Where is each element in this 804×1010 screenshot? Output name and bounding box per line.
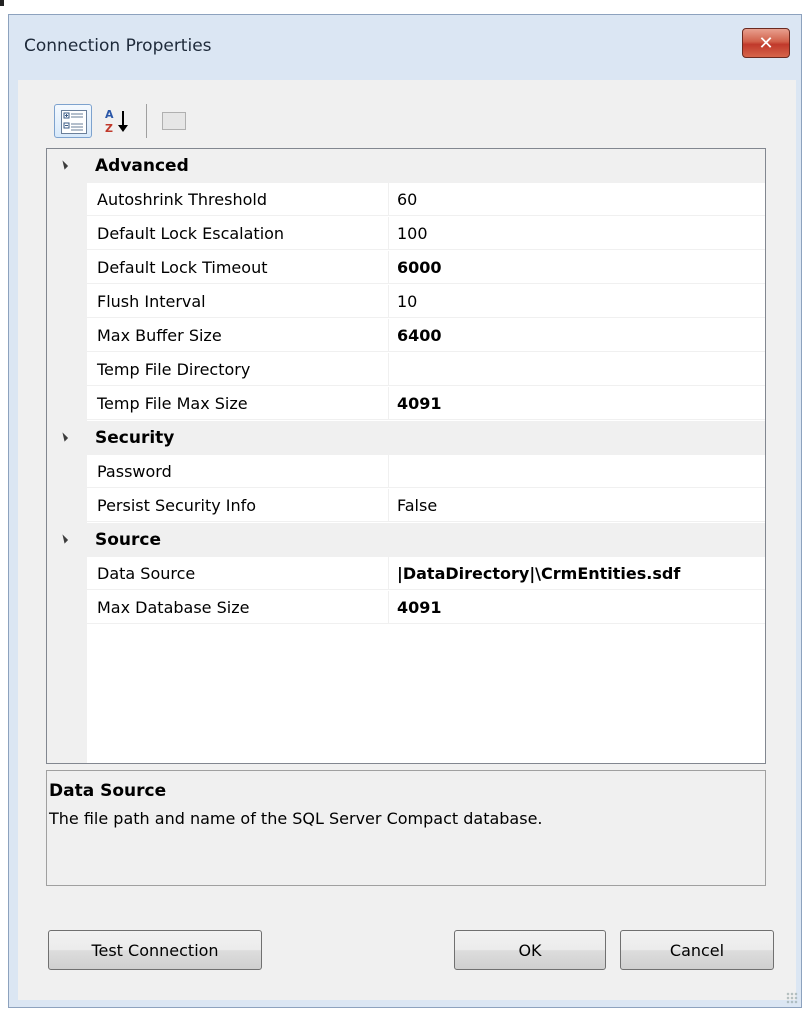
- property-value: 4091: [397, 394, 442, 413]
- window-title: Connection Properties: [24, 36, 212, 56]
- close-icon: ✕: [758, 32, 774, 54]
- expand-collapse-icon[interactable]: [58, 160, 69, 170]
- property-value: 6000: [397, 258, 442, 277]
- property-value-cell[interactable]: 100: [389, 217, 765, 250]
- property-name: Max Buffer Size: [97, 326, 222, 345]
- property-value-cell[interactable]: False: [389, 489, 765, 522]
- property-value-cell[interactable]: 4091: [389, 591, 765, 624]
- category-row[interactable]: Security: [47, 421, 765, 455]
- expand-collapse-icon[interactable]: [58, 534, 69, 544]
- property-row[interactable]: Autoshrink Threshold 60: [47, 183, 765, 217]
- property-value-cell[interactable]: 60: [389, 183, 765, 216]
- ok-button[interactable]: OK: [454, 930, 606, 970]
- property-name-cell[interactable]: Data Source: [87, 557, 389, 590]
- test-connection-button[interactable]: Test Connection: [48, 930, 262, 970]
- alphabetical-sort-button[interactable]: A Z: [96, 104, 140, 138]
- property-row[interactable]: Max Database Size 4091: [47, 591, 765, 625]
- categorized-view-icon: [61, 110, 87, 134]
- property-pages-icon: [162, 112, 186, 130]
- property-grid[interactable]: Advanced Autoshrink Threshold 60 Default Lo…: [46, 148, 766, 764]
- property-name: Temp File Max Size: [97, 394, 248, 413]
- category-label: Advanced: [95, 156, 189, 176]
- category-label: Security: [95, 428, 175, 448]
- property-row[interactable]: Persist Security Info False: [47, 489, 765, 523]
- property-name: Max Database Size: [97, 598, 250, 617]
- property-name: Persist Security Info: [97, 496, 257, 515]
- property-name-cell[interactable]: Max Buffer Size: [87, 319, 389, 352]
- corner-mark: [0, 0, 4, 6]
- property-value: 6400: [397, 326, 442, 345]
- property-value: 4091: [397, 598, 442, 617]
- property-value-cell[interactable]: 6000: [389, 251, 765, 284]
- property-name: Flush Interval: [97, 292, 206, 311]
- property-row[interactable]: Default Lock Timeout 6000: [47, 251, 765, 285]
- property-name-cell[interactable]: Max Database Size: [87, 591, 389, 624]
- svg-text:Z: Z: [105, 122, 113, 135]
- property-name-cell[interactable]: Temp File Max Size: [87, 387, 389, 420]
- property-value-cell[interactable]: [389, 353, 765, 386]
- resize-grip[interactable]: [786, 992, 798, 1004]
- property-value: 10: [397, 292, 418, 311]
- property-value: 60: [397, 190, 418, 209]
- property-name-cell[interactable]: Default Lock Timeout: [87, 251, 389, 284]
- property-name-cell[interactable]: Default Lock Escalation: [87, 217, 389, 250]
- close-button[interactable]: ✕: [742, 28, 790, 58]
- property-name-cell[interactable]: Autoshrink Threshold: [87, 183, 389, 216]
- property-value-cell[interactable]: 6400: [389, 319, 765, 352]
- property-value-cell[interactable]: [389, 455, 765, 488]
- property-value-cell[interactable]: 4091: [389, 387, 765, 420]
- category-label: Source: [95, 530, 162, 550]
- category-row[interactable]: Source: [47, 523, 765, 557]
- property-name-cell[interactable]: Password: [87, 455, 389, 488]
- property-value: |DataDirectory|\CrmEntities.sdf: [397, 564, 681, 583]
- property-value-cell[interactable]: 10: [389, 285, 765, 318]
- cancel-button[interactable]: Cancel: [620, 930, 774, 970]
- sort-alphabetical-icon: A Z: [105, 108, 128, 135]
- categorized-view-button[interactable]: [54, 104, 92, 138]
- property-name: Default Lock Timeout: [97, 258, 268, 277]
- description-title: Data Source: [49, 781, 167, 801]
- property-name-cell[interactable]: Persist Security Info: [87, 489, 389, 522]
- category-row[interactable]: Advanced: [47, 149, 765, 183]
- property-row[interactable]: Temp File Max Size 4091: [47, 387, 765, 421]
- property-value: 100: [397, 224, 428, 243]
- property-name: Autoshrink Threshold: [97, 190, 267, 209]
- description-text: The file path and name of the SQL Server…: [49, 809, 543, 828]
- property-pages-button[interactable]: [154, 104, 194, 138]
- svg-text:A: A: [105, 108, 114, 121]
- description-panel: Data Source The file path and name of th…: [46, 770, 766, 886]
- property-name: Temp File Directory: [97, 360, 251, 379]
- property-name: Password: [97, 462, 172, 481]
- property-value-cell[interactable]: |DataDirectory|\CrmEntities.sdf: [389, 557, 765, 590]
- expand-collapse-icon[interactable]: [58, 432, 69, 442]
- property-name-cell[interactable]: Flush Interval: [87, 285, 389, 318]
- property-name: Data Source: [97, 564, 196, 583]
- property-row[interactable]: Data Source |DataDirectory|\CrmEntities.s…: [47, 557, 765, 591]
- property-row[interactable]: Default Lock Escalation 100: [47, 217, 765, 251]
- property-name: Default Lock Escalation: [97, 224, 285, 243]
- property-name-cell[interactable]: Temp File Directory: [87, 353, 389, 386]
- toolbar-separator: [146, 104, 147, 138]
- property-row[interactable]: Max Buffer Size 6400: [47, 319, 765, 353]
- property-row[interactable]: Temp File Directory: [47, 353, 765, 387]
- property-row[interactable]: Flush Interval 10: [47, 285, 765, 319]
- property-value: False: [397, 496, 438, 515]
- property-row[interactable]: Password: [47, 455, 765, 489]
